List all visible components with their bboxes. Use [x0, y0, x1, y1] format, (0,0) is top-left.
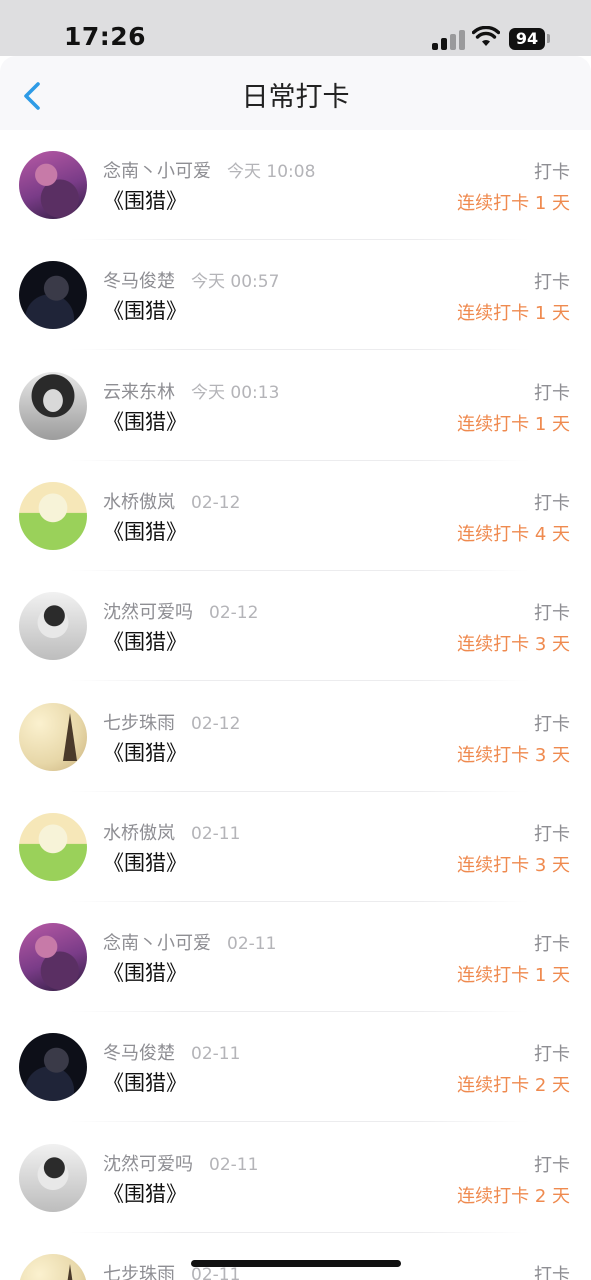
list-item[interactable]: 云来东林 今天 00:13 《围猎》 打卡连续打卡 1 天 [0, 351, 591, 461]
user-name[interactable]: 云来东林 今天 00:13 [103, 378, 279, 404]
timestamp: 02-11 [209, 1154, 259, 1175]
list-item[interactable]: 沈然可爱吗 02-12 《围猎》 打卡连续打卡 3 天 [0, 571, 591, 682]
home-indicator [191, 1260, 401, 1267]
list-item[interactable]: 七步珠雨 02-11 打卡 [0, 1233, 591, 1280]
book-title[interactable]: 《围猎》 [103, 737, 187, 767]
user-name[interactable]: 冬马俊楚 今天 00:57 [103, 267, 279, 293]
streak-badge: 连续打卡 2 天 [457, 1075, 570, 1097]
checkin-label: 打卡 [534, 382, 570, 404]
book-title[interactable]: 《围猎》 [103, 406, 187, 436]
avatar[interactable] [19, 151, 87, 219]
checkin-label: 打卡 [534, 492, 570, 514]
user-name[interactable]: 水桥傲岚 02-12 [103, 488, 240, 514]
nav-bar: 日常打卡 [0, 56, 591, 130]
user-name[interactable]: 沈然可爱吗 02-11 [103, 1150, 258, 1176]
user-name[interactable]: 念南丶小可爱 今天 10:08 [103, 157, 315, 183]
timestamp: 今天 00:57 [191, 272, 280, 293]
user-name-text: 冬马俊楚 [103, 271, 175, 293]
eiffel-tower-icon [63, 1264, 77, 1280]
streak-badge: 连续打卡 3 天 [457, 634, 570, 656]
checkin-label: 打卡 [534, 1265, 570, 1280]
timestamp: 02-11 [191, 1265, 241, 1280]
user-name-text: 七步珠雨 [103, 1264, 175, 1280]
checkin-label: 打卡 [534, 823, 570, 845]
user-name-text: 水桥傲岚 [103, 491, 175, 513]
user-name-text: 云来东林 [103, 381, 175, 403]
avatar[interactable] [19, 1143, 87, 1212]
user-name-text: 念南丶小可爱 [103, 161, 211, 182]
user-name-text: 沈然可爱吗 [103, 602, 193, 624]
book-title[interactable]: 《围猎》 [103, 1067, 187, 1097]
book-title[interactable]: 《围猎》 [103, 957, 187, 987]
avatar[interactable] [19, 1254, 87, 1280]
streak-badge: 连续打卡 3 天 [457, 744, 570, 766]
avatar[interactable] [19, 592, 87, 661]
checkin-label: 打卡 [534, 603, 570, 625]
avatar[interactable] [19, 702, 87, 771]
user-name[interactable]: 水桥傲岚 02-11 [103, 819, 240, 845]
user-name[interactable]: 七步珠雨 02-12 [103, 709, 240, 735]
avatar[interactable] [19, 1033, 87, 1102]
timestamp: 02-12 [209, 603, 259, 624]
book-title[interactable]: 《围猎》 [103, 847, 187, 877]
checkin-label: 打卡 [534, 272, 570, 294]
streak-badge: 连续打卡 1 天 [457, 193, 570, 214]
avatar[interactable] [19, 923, 87, 992]
streak-badge: 连续打卡 2 天 [457, 1185, 570, 1207]
user-name[interactable]: 沈然可爱吗 02-12 [103, 598, 258, 624]
battery-nub [547, 34, 550, 43]
list-item[interactable]: 水桥傲岚 02-12 《围猎》 打卡连续打卡 4 天 [0, 461, 591, 571]
streak-badge: 连续打卡 4 天 [457, 523, 570, 545]
list-item[interactable]: 水桥傲岚 02-11 《围猎》 打卡连续打卡 3 天 [0, 792, 591, 902]
timestamp: 02-12 [191, 713, 241, 734]
streak-badge: 连续打卡 3 天 [457, 854, 570, 876]
streak-badge: 连续打卡 1 天 [457, 413, 570, 435]
book-title[interactable]: 《围猎》 [103, 185, 187, 215]
timestamp: 今天 00:13 [191, 382, 280, 403]
list-item[interactable]: 七步珠雨 02-12 《围猎》 打卡连续打卡 3 天 [0, 682, 591, 792]
checkin-label: 打卡 [534, 162, 570, 183]
user-name-text: 念南丶小可爱 [103, 933, 211, 955]
timestamp: 02-12 [191, 492, 241, 513]
list-item[interactable]: 念南丶小可爱 今天 10:08 《围猎》 打卡 连续打卡 1 天 [0, 130, 591, 240]
avatar[interactable] [19, 261, 87, 330]
eiffel-tower-icon [63, 712, 77, 761]
checkin-label: 打卡 [534, 934, 570, 956]
streak-badge: 连续打卡 1 天 [457, 965, 570, 987]
streak-badge: 连续打卡 1 天 [457, 303, 570, 325]
checkin-label: 打卡 [534, 713, 570, 735]
list-item[interactable]: 沈然可爱吗 02-11 《围猎》 打卡连续打卡 2 天 [0, 1123, 591, 1233]
wifi-icon [472, 26, 500, 46]
screen: 17:26 94 日常打卡 念南丶小可爱 今天 10:08 《围猎》 打卡 连续打卡 1… [0, 0, 591, 1280]
list-item[interactable]: 念南丶小可爱 02-11 《围猎》 打卡连续打卡 1 天 [0, 902, 591, 1013]
avatar[interactable] [19, 812, 87, 881]
user-name-text: 水桥傲岚 [103, 822, 175, 844]
user-name[interactable]: 冬马俊楚 02-11 [103, 1039, 240, 1065]
user-name-text: 冬马俊楚 [103, 1043, 175, 1065]
cellular-signal-icon [432, 28, 466, 50]
page-title: 日常打卡 [241, 82, 350, 113]
timestamp: 今天 10:08 [227, 162, 316, 182]
book-title[interactable]: 《围猎》 [103, 516, 187, 546]
avatar[interactable] [19, 481, 87, 550]
timestamp: 02-11 [227, 934, 277, 955]
timestamp: 02-11 [191, 823, 241, 844]
book-title[interactable]: 《围猎》 [103, 295, 187, 325]
user-name-text: 七步珠雨 [103, 712, 175, 734]
checkin-list: 念南丶小可爱 今天 10:08 《围猎》 打卡 连续打卡 1 天冬马俊楚 今天 00:57… [0, 130, 591, 1280]
checkin-label: 打卡 [534, 1044, 570, 1066]
book-title[interactable]: 《围猎》 [103, 626, 187, 656]
list-item[interactable]: 冬马俊楚 今天 00:57 《围猎》 打卡连续打卡 1 天 [0, 240, 591, 351]
status-bar: 17:26 94 [0, 0, 591, 56]
avatar[interactable] [19, 371, 87, 440]
checkin-label: 打卡 [534, 1154, 570, 1176]
book-title[interactable]: 《围猎》 [103, 1178, 187, 1208]
status-time: 17:26 [64, 22, 147, 51]
timestamp: 02-11 [191, 1044, 241, 1065]
list-item[interactable]: 冬马俊楚 02-11 《围猎》 打卡连续打卡 2 天 [0, 1012, 591, 1123]
battery-level: 94 [509, 28, 545, 50]
user-name-text: 沈然可爱吗 [103, 1153, 193, 1175]
user-name[interactable]: 念南丶小可爱 02-11 [103, 929, 276, 955]
